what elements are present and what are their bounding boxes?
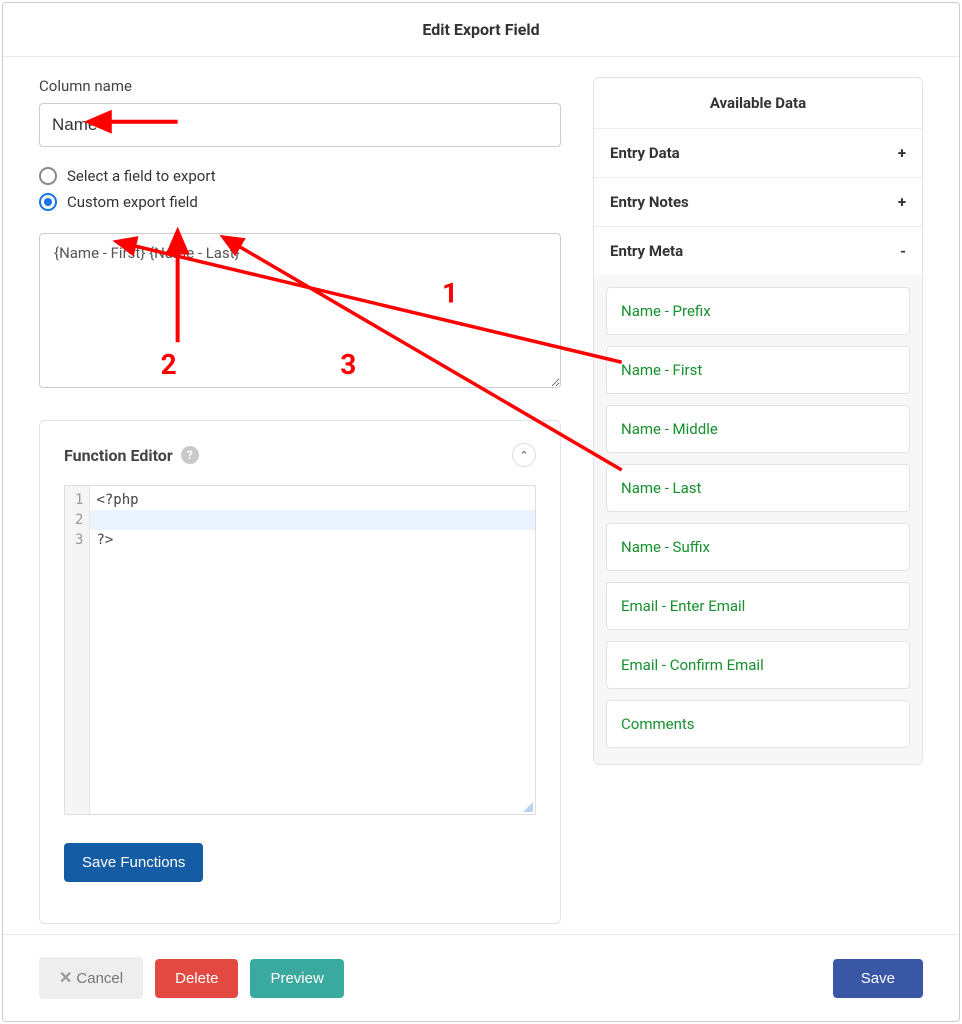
data-field-email-enter[interactable]: Email - Enter Email bbox=[606, 582, 910, 630]
available-data-title: Available Data bbox=[594, 78, 922, 129]
accordion-header[interactable]: Entry Notes + bbox=[594, 178, 922, 226]
accordion-header[interactable]: Entry Meta - bbox=[594, 227, 922, 275]
accordion-entry-meta: Entry Meta - Name - Prefix Name - First … bbox=[594, 227, 922, 764]
minus-icon: - bbox=[900, 242, 906, 260]
resize-handle-icon[interactable] bbox=[521, 800, 533, 812]
help-icon[interactable]: ? bbox=[181, 446, 199, 464]
radio-select-field[interactable]: Select a field to export bbox=[39, 167, 561, 185]
data-field-comments[interactable]: Comments bbox=[606, 700, 910, 748]
collapse-button[interactable]: ⌃ bbox=[512, 443, 536, 467]
modal-title: Edit Export Field bbox=[3, 3, 959, 57]
accordion-entry-data: Entry Data + bbox=[594, 129, 922, 178]
plus-icon: + bbox=[898, 193, 906, 211]
data-field-name-suffix[interactable]: Name - Suffix bbox=[606, 523, 910, 571]
code-editor[interactable]: 123 <?php ?> bbox=[64, 485, 536, 815]
left-column: Column name Select a field to export Cus… bbox=[39, 77, 561, 924]
data-field-email-confirm[interactable]: Email - Confirm Email bbox=[606, 641, 910, 689]
radio-icon bbox=[39, 193, 57, 211]
save-functions-button[interactable]: Save Functions bbox=[64, 843, 203, 882]
data-field-name-last[interactable]: Name - Last bbox=[606, 464, 910, 512]
code-line: ?> bbox=[96, 530, 529, 550]
modal-body: Column name Select a field to export Cus… bbox=[3, 57, 959, 934]
code-line bbox=[96, 510, 529, 530]
radio-label: Custom export field bbox=[67, 193, 198, 211]
data-field-name-first[interactable]: Name - First bbox=[606, 346, 910, 394]
column-name-input[interactable] bbox=[39, 103, 561, 147]
data-field-name-middle[interactable]: Name - Middle bbox=[606, 405, 910, 453]
accordion-body: Name - Prefix Name - First Name - Middle… bbox=[594, 275, 922, 764]
accordion-title: Entry Data bbox=[610, 144, 680, 162]
code-line: <?php bbox=[96, 490, 529, 510]
delete-button[interactable]: Delete bbox=[155, 959, 238, 998]
radio-label: Select a field to export bbox=[67, 167, 216, 185]
code-gutter: 123 bbox=[65, 486, 90, 814]
function-editor-title: Function Editor ? bbox=[64, 446, 199, 465]
radio-icon bbox=[39, 167, 57, 185]
radio-custom-field[interactable]: Custom export field bbox=[39, 193, 561, 211]
right-column: Available Data Entry Data + Entry Notes … bbox=[593, 77, 923, 924]
code-lines[interactable]: <?php ?> bbox=[90, 486, 535, 814]
accordion-header[interactable]: Entry Data + bbox=[594, 129, 922, 177]
available-data-panel: Available Data Entry Data + Entry Notes … bbox=[593, 77, 923, 765]
function-editor-panel: Function Editor ? ⌃ 123 <?php bbox=[39, 420, 561, 924]
accordion-title: Entry Notes bbox=[610, 193, 689, 211]
cancel-label: Cancel bbox=[76, 970, 123, 987]
preview-button[interactable]: Preview bbox=[250, 959, 343, 998]
function-editor-title-text: Function Editor bbox=[64, 446, 173, 465]
export-type-radio-group: Select a field to export Custom export f… bbox=[39, 167, 561, 219]
accordion-entry-notes: Entry Notes + bbox=[594, 178, 922, 227]
close-icon: ✕ bbox=[59, 968, 72, 988]
edit-export-field-modal: Edit Export Field Column name Select a f… bbox=[2, 2, 960, 1022]
data-field-name-prefix[interactable]: Name - Prefix bbox=[606, 287, 910, 335]
chevron-up-icon: ⌃ bbox=[519, 449, 528, 462]
cancel-button[interactable]: ✕ Cancel bbox=[39, 957, 143, 999]
column-name-label: Column name bbox=[39, 77, 561, 95]
function-editor-header: Function Editor ? ⌃ bbox=[64, 443, 536, 467]
modal-footer: ✕ Cancel Delete Preview Save bbox=[3, 934, 959, 1021]
accordion-title: Entry Meta bbox=[610, 242, 683, 260]
plus-icon: + bbox=[898, 144, 906, 162]
save-button[interactable]: Save bbox=[833, 959, 923, 998]
custom-export-textarea[interactable]: {Name - First} {Name - Last} bbox=[39, 233, 561, 388]
